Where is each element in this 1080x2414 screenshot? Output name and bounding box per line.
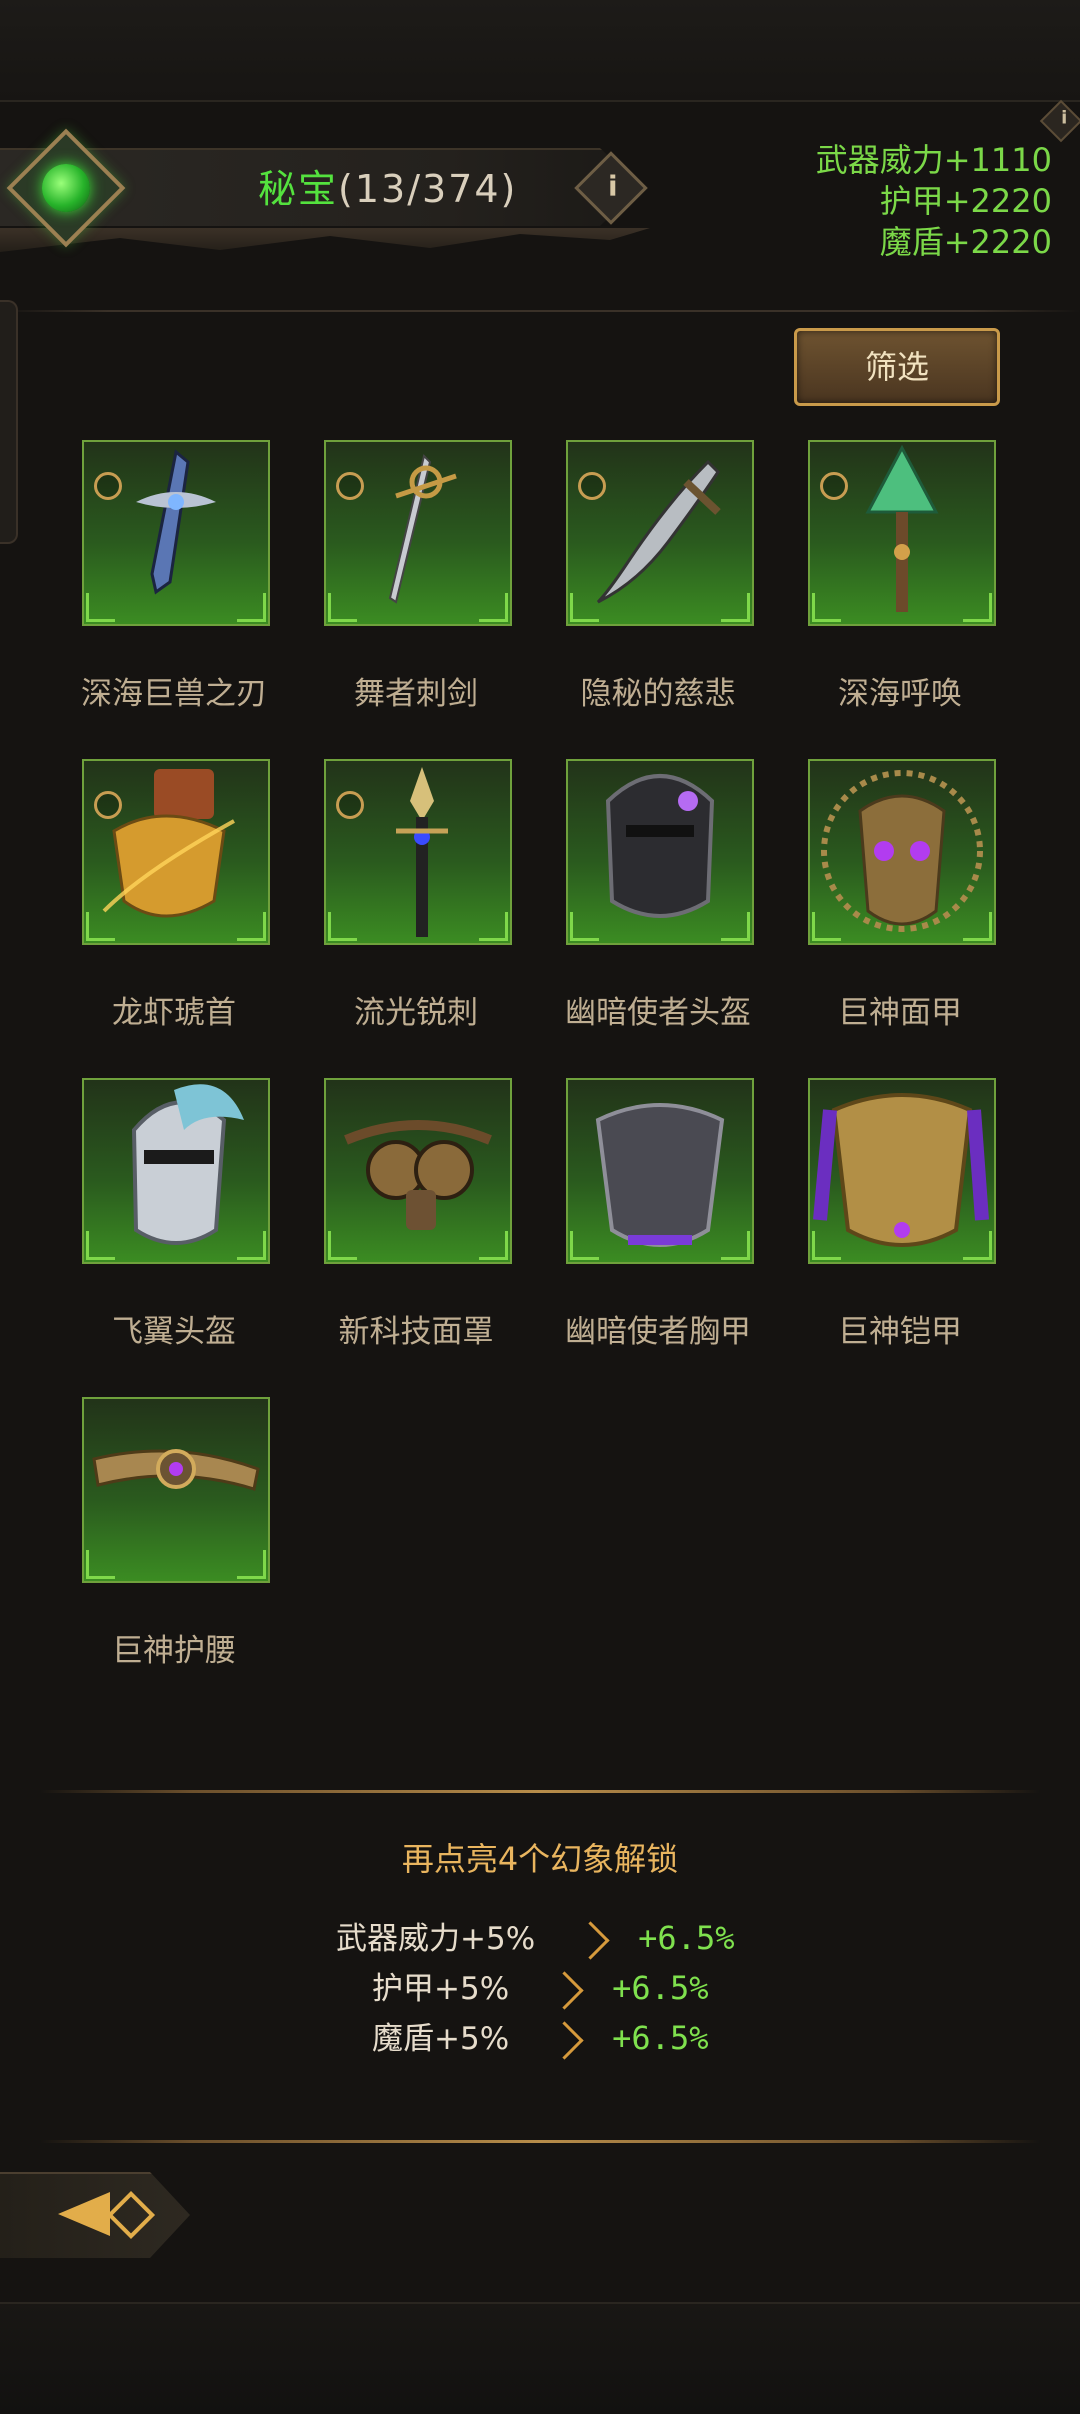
green-gem-icon (42, 164, 90, 212)
item-tile[interactable] (566, 1078, 754, 1264)
item-name: 巨神铠甲 (838, 1314, 962, 1350)
arrow-icon (571, 1921, 610, 1960)
item-card[interactable]: 幽暗使者胸甲 (565, 1078, 754, 1351)
item-name: 舞者刺剑 (354, 676, 478, 712)
title-text: 秘宝 (258, 167, 339, 211)
bonus-label: 武器威力+5% (336, 1921, 536, 1957)
bonus-value: +6.5% (638, 1919, 735, 1957)
item-tile[interactable] (82, 1078, 270, 1264)
mask-icon (821, 770, 983, 932)
item-card[interactable]: 巨神面甲 (808, 759, 996, 1032)
stat-magic-shield: 魔盾+2220 (879, 223, 1052, 261)
item-name: 新科技面罩 (338, 1314, 494, 1350)
item-name: 流光锐刺 (354, 995, 478, 1031)
panel-top-line (40, 1790, 1040, 1793)
top-frame (0, 0, 1080, 102)
sword-icon (136, 449, 216, 595)
item-card[interactable]: 流光锐刺 (324, 759, 512, 1032)
stat-armor: 护甲+2220 (879, 182, 1052, 220)
bonus-row: 护甲+5% +6.5% (372, 1963, 709, 2010)
item-tile[interactable] (566, 440, 754, 626)
golden-armor-icon (813, 1093, 989, 1247)
select-radio[interactable] (336, 791, 364, 819)
item-tile[interactable] (808, 1078, 996, 1264)
bonus-row: 武器威力+5% +6.5% (336, 1913, 735, 1960)
item-name: 隐秘的慈悲 (580, 676, 736, 712)
header-trim (0, 228, 650, 252)
stat-summary: 武器威力+1110 护甲+2220 魔盾+2220 (816, 140, 1052, 263)
arrow-icon (545, 1971, 584, 2010)
item-card[interactable]: 深海呼唤 (808, 440, 996, 713)
item-tile[interactable] (82, 1397, 270, 1583)
bonus-value: +6.5% (612, 2019, 709, 2057)
item-name: 幽暗使者头盔 (565, 995, 751, 1031)
chest-armor-icon (595, 1103, 725, 1247)
select-radio[interactable] (578, 472, 606, 500)
select-radio[interactable] (94, 791, 122, 819)
shell-mace-icon (865, 444, 939, 612)
item-tile[interactable] (82, 440, 270, 626)
divider (0, 310, 1080, 312)
item-card[interactable]: 巨神护腰 (82, 1397, 270, 1670)
item-name: 深海巨兽之刃 (81, 676, 267, 712)
item-name: 幽暗使者胸甲 (565, 1314, 751, 1350)
bottom-frame (0, 2302, 1080, 2414)
bonus-row: 魔盾+5% +6.5% (372, 2013, 709, 2060)
bonus-label: 魔盾+5% (372, 2021, 510, 2057)
bonus-label: 护甲+5% (372, 1971, 510, 2007)
gauntlet-icon (102, 769, 235, 918)
bonus-value: +6.5% (612, 1969, 709, 2007)
item-card[interactable]: 龙虾琥首 (82, 759, 270, 1032)
helmet-icon (605, 774, 715, 918)
item-tile[interactable] (566, 759, 754, 945)
panel-bottom-line (40, 2140, 1040, 2143)
item-card[interactable]: 深海巨兽之刃 (81, 440, 270, 713)
side-tab[interactable] (0, 300, 18, 544)
back-arrow-icon (58, 2192, 110, 2236)
item-card[interactable]: 巨神铠甲 (808, 1078, 996, 1351)
item-card[interactable]: 幽暗使者头盔 (565, 759, 754, 1032)
page-title: 秘宝(13/374) (258, 158, 517, 213)
item-card[interactable]: 飞翼头盔 (82, 1078, 270, 1351)
filter-button[interactable]: 筛选 (794, 328, 1000, 406)
item-name: 龙虾琥首 (112, 995, 236, 1031)
select-radio[interactable] (820, 472, 848, 500)
item-name: 深海呼唤 (838, 676, 962, 712)
select-radio[interactable] (94, 472, 122, 500)
curved-blade-icon (596, 459, 721, 604)
rapier-icon (388, 454, 457, 604)
item-tile[interactable] (324, 759, 512, 945)
item-tile[interactable] (324, 440, 512, 626)
spear-icon (396, 767, 448, 937)
select-radio[interactable] (336, 472, 364, 500)
item-card[interactable]: 隐秘的慈悲 (566, 440, 754, 713)
item-card[interactable]: 舞者刺剑 (324, 440, 512, 713)
unlock-title: 再点亮4个幻象解锁 (401, 1840, 679, 1878)
item-name: 巨神护腰 (112, 1633, 236, 1669)
corner-info-icon[interactable]: i (1039, 99, 1080, 143)
item-name: 飞翼头盔 (112, 1314, 236, 1350)
stat-weapon-power: 武器威力+1110 (815, 141, 1052, 179)
item-tile[interactable] (808, 759, 996, 945)
item-name: 巨神面甲 (838, 995, 962, 1031)
collection-count: (13/374) (338, 167, 518, 211)
item-tile[interactable] (808, 440, 996, 626)
item-card[interactable]: 新科技面罩 (324, 1078, 512, 1351)
info-icon: i (607, 169, 618, 203)
arrow-icon (545, 2021, 584, 2060)
item-tile[interactable] (324, 1078, 512, 1264)
goggles-mask-icon (344, 1120, 492, 1230)
item-tile[interactable] (82, 759, 270, 945)
belt-icon (92, 1449, 260, 1491)
winged-helmet-icon (131, 1084, 244, 1245)
